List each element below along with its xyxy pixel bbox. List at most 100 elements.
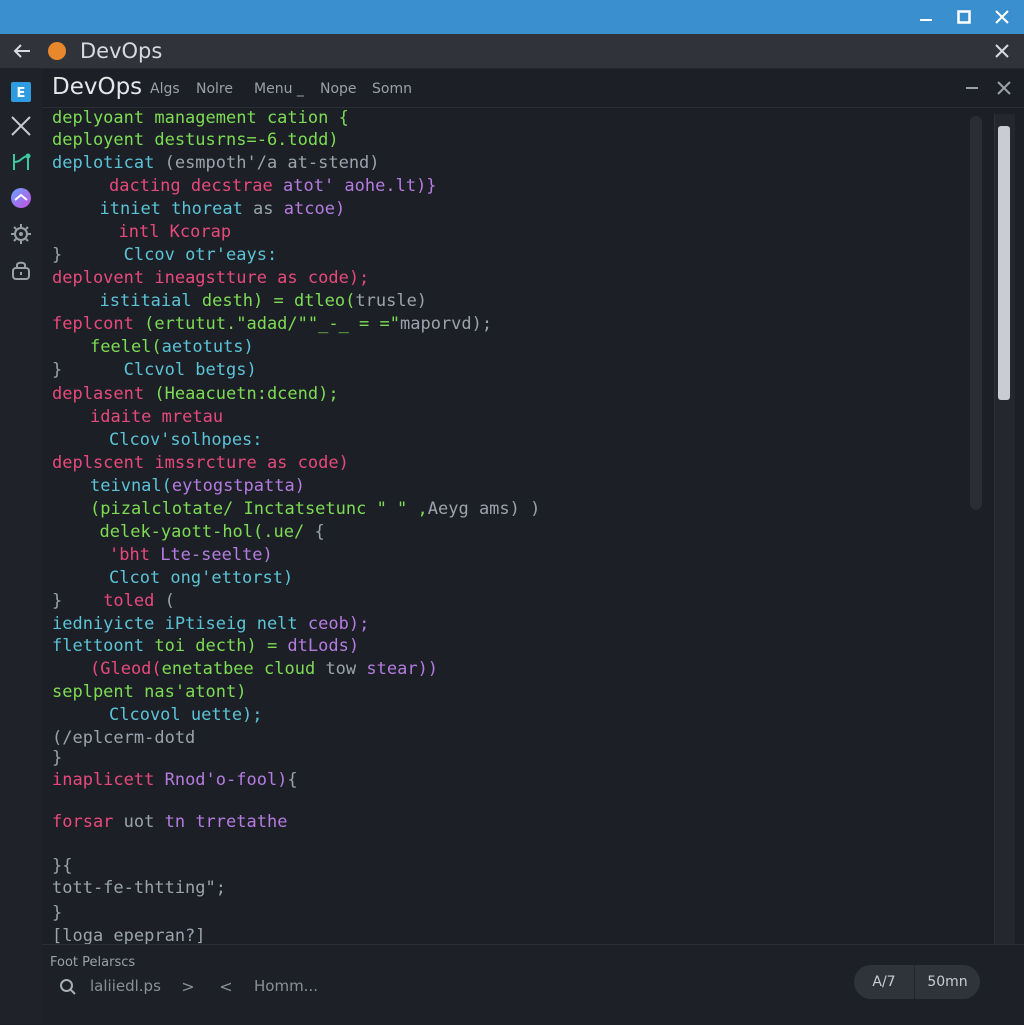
settings-button[interactable] xyxy=(7,220,35,248)
status-pill: A/7 50mn xyxy=(854,965,980,999)
code-token: (Heaacuetn:dcend); xyxy=(144,384,339,404)
code-line: tott-fe-thtting"; xyxy=(52,878,226,898)
code-line: dacting decstrae atot' aohe.lt)} xyxy=(109,176,437,196)
code-line: deplovent ineagstture as code); xyxy=(52,268,369,288)
close-tab-button[interactable] xyxy=(988,38,1016,64)
app-logo-button[interactable]: E xyxy=(7,78,35,106)
code-line: seplpent nas'atont) xyxy=(52,682,246,702)
menu-item[interactable]: Menu _ xyxy=(254,81,304,97)
code-token: atot' aohe.lt)} xyxy=(272,176,437,196)
pill-left-button[interactable]: A/7 xyxy=(854,965,915,999)
code-token: delek-yaott-hol(.ue/ xyxy=(99,522,305,542)
footer-label: Foot Pelarscs xyxy=(50,955,136,970)
menu-item[interactable]: Somn xyxy=(372,81,412,97)
code-token: Rnod'o-fool) xyxy=(154,770,288,790)
code-token: dtLods) xyxy=(277,636,360,656)
home-link[interactable]: Homm... xyxy=(254,977,318,995)
code-token: Clcov'solhopes: xyxy=(109,430,263,450)
close-window-button[interactable] xyxy=(982,0,1022,34)
code-token: forsar xyxy=(52,812,114,832)
search-text[interactable]: laliiedl.ps xyxy=(90,977,161,995)
arrow-left-icon xyxy=(13,44,30,58)
maximize-icon xyxy=(957,10,971,24)
pill-right-button[interactable]: 50mn xyxy=(915,965,980,999)
code-token: } xyxy=(52,591,63,611)
code-line: istitaial desth) = dtleo(trusle) xyxy=(100,291,428,311)
menu-item[interactable]: Nolre xyxy=(196,81,233,97)
code-token: mretau xyxy=(151,407,224,427)
code-token: aetotuts) xyxy=(161,337,254,357)
code-token: cloud xyxy=(253,659,316,679)
code-token: Clcovol uette); xyxy=(109,705,263,725)
minimize-panel-button[interactable] xyxy=(960,77,984,99)
code-token: tn trretathe xyxy=(154,812,288,832)
tab-bar: DevOps xyxy=(0,34,1024,69)
code-line: [loga epepran?] xyxy=(52,926,206,944)
close-icon xyxy=(11,116,31,136)
code-token: enetatbee xyxy=(161,659,254,679)
os-title-bar xyxy=(0,0,1024,34)
code-token: deployent xyxy=(52,130,145,150)
code-token: istitaial xyxy=(99,291,192,311)
maximize-button[interactable] xyxy=(944,0,984,34)
editor-title: DevOps xyxy=(52,74,143,100)
prev-button[interactable]: < xyxy=(218,975,234,997)
menu-item[interactable]: Nope xyxy=(320,81,357,97)
code-token: deplovent xyxy=(52,268,145,288)
code-token: Lte-seelte) xyxy=(149,545,273,565)
menu-item[interactable]: Algs xyxy=(150,81,180,97)
gear-icon xyxy=(11,224,31,244)
app-logo-icon: E xyxy=(11,82,31,102)
close-icon xyxy=(995,44,1009,58)
code-token: Inctatsetunc " " , xyxy=(233,499,428,519)
code-token: iPtiseig nelt xyxy=(154,614,298,634)
code-line: flettoont toi decth) = dtLods) xyxy=(52,636,359,656)
next-button[interactable]: > xyxy=(180,975,196,997)
code-line: deplscent imssrcture as code) xyxy=(52,453,349,473)
code-token: tott-fe-thtting"; xyxy=(52,878,226,898)
code-token: Clcov otr'eays: xyxy=(62,245,278,265)
close-panel-button[interactable] xyxy=(992,77,1016,99)
code-line: (Gleod(enetatbee cloud tow stear)) xyxy=(90,659,438,679)
code-token: ceob); xyxy=(297,614,370,634)
code-token: deplscent xyxy=(52,453,145,473)
code-token: intl Kcorap xyxy=(118,222,232,242)
code-editor[interactable]: deplyoant management cation {deployent d… xyxy=(42,108,990,944)
code-token: Clcot ong'ettorst) xyxy=(109,568,294,588)
code-line: } Clcvol betgs) xyxy=(52,360,257,380)
editor-scrollbar[interactable] xyxy=(970,116,982,510)
code-token: 'bht xyxy=(109,545,150,565)
code-line: inaplicett Rnod'o-fool){ xyxy=(52,770,298,790)
close-panel-button[interactable] xyxy=(7,112,35,140)
close-icon xyxy=(997,81,1011,95)
code-token: flettoont xyxy=(52,636,145,656)
back-button[interactable] xyxy=(8,38,36,64)
source-control-button[interactable] xyxy=(7,148,35,176)
code-line: feelel(aetotuts) xyxy=(90,337,254,357)
code-token: eytogstpatta) xyxy=(171,476,305,496)
code-line: 'bht Lte-seelte) xyxy=(109,545,273,565)
page-scrollbar-thumb[interactable] xyxy=(998,126,1010,400)
code-line: deplyoant management cation { xyxy=(52,108,349,128)
minimize-icon xyxy=(920,19,932,21)
code-token: destusrns=-6.todd) xyxy=(144,130,339,150)
search-icon xyxy=(60,979,76,995)
code-token: teivnal( xyxy=(90,476,172,496)
code-token: ( xyxy=(154,591,175,611)
code-token: uot xyxy=(113,812,155,832)
code-token: (/eplcerm-dotd xyxy=(52,728,196,748)
minimize-button[interactable] xyxy=(906,0,946,34)
code-token: seplpent xyxy=(52,682,134,702)
app-favicon-icon xyxy=(48,42,66,60)
code-token: deploticat xyxy=(52,153,155,173)
lock-button[interactable] xyxy=(7,256,35,284)
search-button[interactable] xyxy=(58,977,78,997)
code-token: trusle) xyxy=(355,291,428,311)
tab-title[interactable]: DevOps xyxy=(80,39,162,63)
code-line: } xyxy=(52,903,62,923)
code-token: idaite xyxy=(90,407,152,427)
code-token: nas'atont) xyxy=(133,682,247,702)
extensions-button[interactable] xyxy=(7,184,35,212)
code-line: Clcov'solhopes: xyxy=(109,430,263,450)
git-branch-icon xyxy=(13,153,31,170)
